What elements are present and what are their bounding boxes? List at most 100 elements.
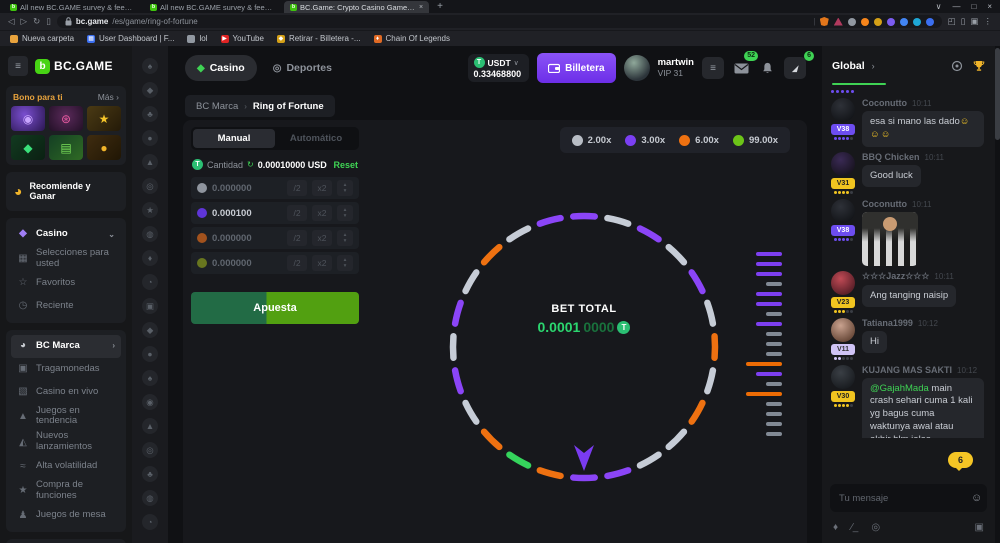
sidebar-item-alta-volatilidad[interactable]: ≈Alta volatilidad <box>11 455 121 478</box>
menu-dots-icon[interactable]: ⋮ <box>984 16 993 27</box>
browser-tab[interactable]: bBC.Game: Crypto Casino Games &× <box>284 1 429 13</box>
sidebar-item-juegos-en-tendencia[interactable]: ▲Juegos en tendencia <box>11 404 121 430</box>
reload-icon[interactable]: ↻ <box>33 16 40 27</box>
page-scrollbar-thumb[interactable] <box>995 48 1000 140</box>
double-bet-button[interactable]: x2 <box>312 230 332 246</box>
bet-stepper[interactable]: ▴▾ <box>337 255 353 271</box>
back-icon[interactable]: ◁ <box>8 16 15 27</box>
breadcrumb-parent[interactable]: BC Marca <box>196 101 238 112</box>
avatar[interactable] <box>831 152 855 176</box>
provider-icon[interactable]: ◆ <box>142 82 158 98</box>
double-bet-button[interactable]: x2 <box>312 180 332 196</box>
provider-icon[interactable]: ◔ <box>142 274 158 290</box>
slash-command-icon[interactable]: ∕_ <box>851 522 858 533</box>
wallet-extension-icon[interactable] <box>926 18 934 26</box>
balance-selector[interactable]: T USDT ∨ 0.33468800 <box>468 54 530 82</box>
header-tab-deportes[interactable]: ◎Deportes <box>261 55 344 81</box>
avatar[interactable] <box>831 365 855 389</box>
chat-input[interactable] <box>839 493 971 504</box>
sidebar-item-tragamonedas[interactable]: ▣Tragamonedas <box>11 358 121 381</box>
side-panel-icon[interactable]: ▯ <box>961 16 966 27</box>
provider-icon[interactable]: ◎ <box>142 442 158 458</box>
sidebar-item-juegos-de-mesa[interactable]: ♟Juegos de mesa <box>11 504 121 527</box>
coin-drop-icon[interactable]: ◎ <box>871 522 880 533</box>
sidebar-menu-icon[interactable]: ≡ <box>8 56 28 76</box>
bookmark-icon[interactable]: ▯ <box>46 16 51 27</box>
new-tab-button[interactable]: + <box>437 1 443 13</box>
page-scrollbar[interactable] <box>995 46 1000 543</box>
avatar[interactable] <box>831 318 855 342</box>
half-bet-button[interactable]: /2 <box>287 255 307 271</box>
browser-tab[interactable]: bAll new BC.GAME survey & feedback r <box>4 1 142 13</box>
window-chevron-icon[interactable]: ∨ <box>936 1 942 13</box>
close-icon[interactable]: × <box>987 1 992 13</box>
bookmark-item[interactable]: ◆Retirar - Billetera -... <box>277 34 361 43</box>
keyboard-icon[interactable]: ▣ <box>975 522 984 533</box>
sidebar-item-casino-en-vivo[interactable]: ▧Casino en vivo <box>11 381 121 404</box>
provider-icon[interactable]: ▲ <box>142 418 158 434</box>
reset-button[interactable]: Reset <box>333 160 358 170</box>
gold-extension-icon[interactable] <box>874 18 882 26</box>
url-field[interactable]: bc.game/es/game/ring-of-fortune | <box>57 15 942 28</box>
roulette-bonus-tile[interactable]: ⊛ <box>49 106 83 131</box>
bookmark-item[interactable]: ♦Chain Of Legends <box>374 34 451 43</box>
bet-stepper[interactable]: ▴▾ <box>337 180 353 196</box>
header-tab-casino[interactable]: ◆Casino <box>185 55 257 81</box>
shield-extension-icon[interactable] <box>820 17 829 26</box>
star-bonus-tile[interactable]: ★ <box>87 106 121 131</box>
bet-amount-value[interactable]: 0.000000 <box>212 258 252 269</box>
half-bet-button[interactable]: /2 <box>287 230 307 246</box>
teal-extension-icon[interactable] <box>913 18 921 26</box>
fox-extension-icon[interactable] <box>861 18 869 26</box>
provider-icon[interactable]: ♣ <box>142 466 158 482</box>
provider-icon[interactable]: ♣ <box>142 106 158 122</box>
provider-icon[interactable]: ★ <box>142 202 158 218</box>
chat-username[interactable]: Coconutto <box>862 199 907 209</box>
refer-card[interactable]: ◕ Recomiende y Ganar <box>6 172 126 211</box>
cash-bonus-tile[interactable]: ▤ <box>49 135 83 160</box>
trophy-icon[interactable] <box>973 60 985 72</box>
notifications-button[interactable] <box>758 57 776 79</box>
sidebar-item-selecciones[interactable]: ▦Selecciones para usted <box>11 246 121 272</box>
bet-amount-value[interactable]: 0.000000 <box>212 183 252 194</box>
sidebar-item-bc-marca[interactable]: ◕BC Marca› <box>11 335 121 358</box>
chat-username[interactable]: KUJANG MAS SAKTI <box>862 365 952 375</box>
provider-icon[interactable]: ◍ <box>142 226 158 242</box>
coin-bonus-tile[interactable]: ● <box>87 135 121 160</box>
sidebar-item-nuevos-lanzamientos[interactable]: ◭Nuevos lanzamientos <box>11 429 121 455</box>
profile-icon[interactable]: ▣ <box>970 16 978 27</box>
avatar[interactable] <box>831 199 855 223</box>
bet-amount-value[interactable]: 0.000000 <box>212 233 252 244</box>
user-avatar[interactable] <box>624 55 650 81</box>
bcgame-logo[interactable]: b BC.GAME <box>35 59 113 74</box>
bookmark-item[interactable]: ▶YouTube <box>221 34 264 43</box>
extensions-icon[interactable]: ◰ <box>948 16 956 27</box>
sidebar-item-favoritos[interactable]: ☆Favoritos <box>11 272 121 295</box>
avatar[interactable] <box>831 271 855 295</box>
mode-tab-manual[interactable]: Manual <box>193 129 275 148</box>
provider-icon[interactable]: ● <box>142 346 158 362</box>
minimize-icon[interactable]: — <box>952 1 960 13</box>
forward-icon[interactable]: ▷ <box>21 16 28 27</box>
bet-stepper[interactable]: ▴▾ <box>337 230 353 246</box>
extension-icon[interactable] <box>848 18 856 26</box>
currency-toggle-icon[interactable]: ↻ <box>247 160 254 169</box>
sidebar-item-casino[interactable]: ◆ Casino ⌄ <box>11 223 121 246</box>
flask-bonus-tile[interactable]: ◆ <box>11 135 45 160</box>
provider-icon[interactable]: ♠ <box>142 58 158 74</box>
provider-icon[interactable]: ▣ <box>142 298 158 314</box>
provider-icon[interactable]: ♦ <box>142 250 158 266</box>
blue-extension-icon[interactable] <box>900 18 908 26</box>
maximize-icon[interactable]: □ <box>971 1 976 13</box>
bet-button[interactable]: Apuesta <box>191 292 359 324</box>
chat-username[interactable]: BBQ Chicken <box>862 152 920 162</box>
provider-icon[interactable]: ♠ <box>142 370 158 386</box>
provider-icon[interactable]: ◉ <box>142 394 158 410</box>
chat-username[interactable]: Tatiana1999 <box>862 318 913 328</box>
provider-icon[interactable]: ▲ <box>142 154 158 170</box>
record-icon[interactable] <box>951 60 963 72</box>
sidebar-item-reciente[interactable]: ◷Reciente <box>11 295 121 318</box>
chat-image-attachment[interactable] <box>862 212 918 266</box>
unread-count-bubble[interactable]: 6 <box>948 452 973 468</box>
compose-button[interactable]: 6 <box>784 57 806 79</box>
